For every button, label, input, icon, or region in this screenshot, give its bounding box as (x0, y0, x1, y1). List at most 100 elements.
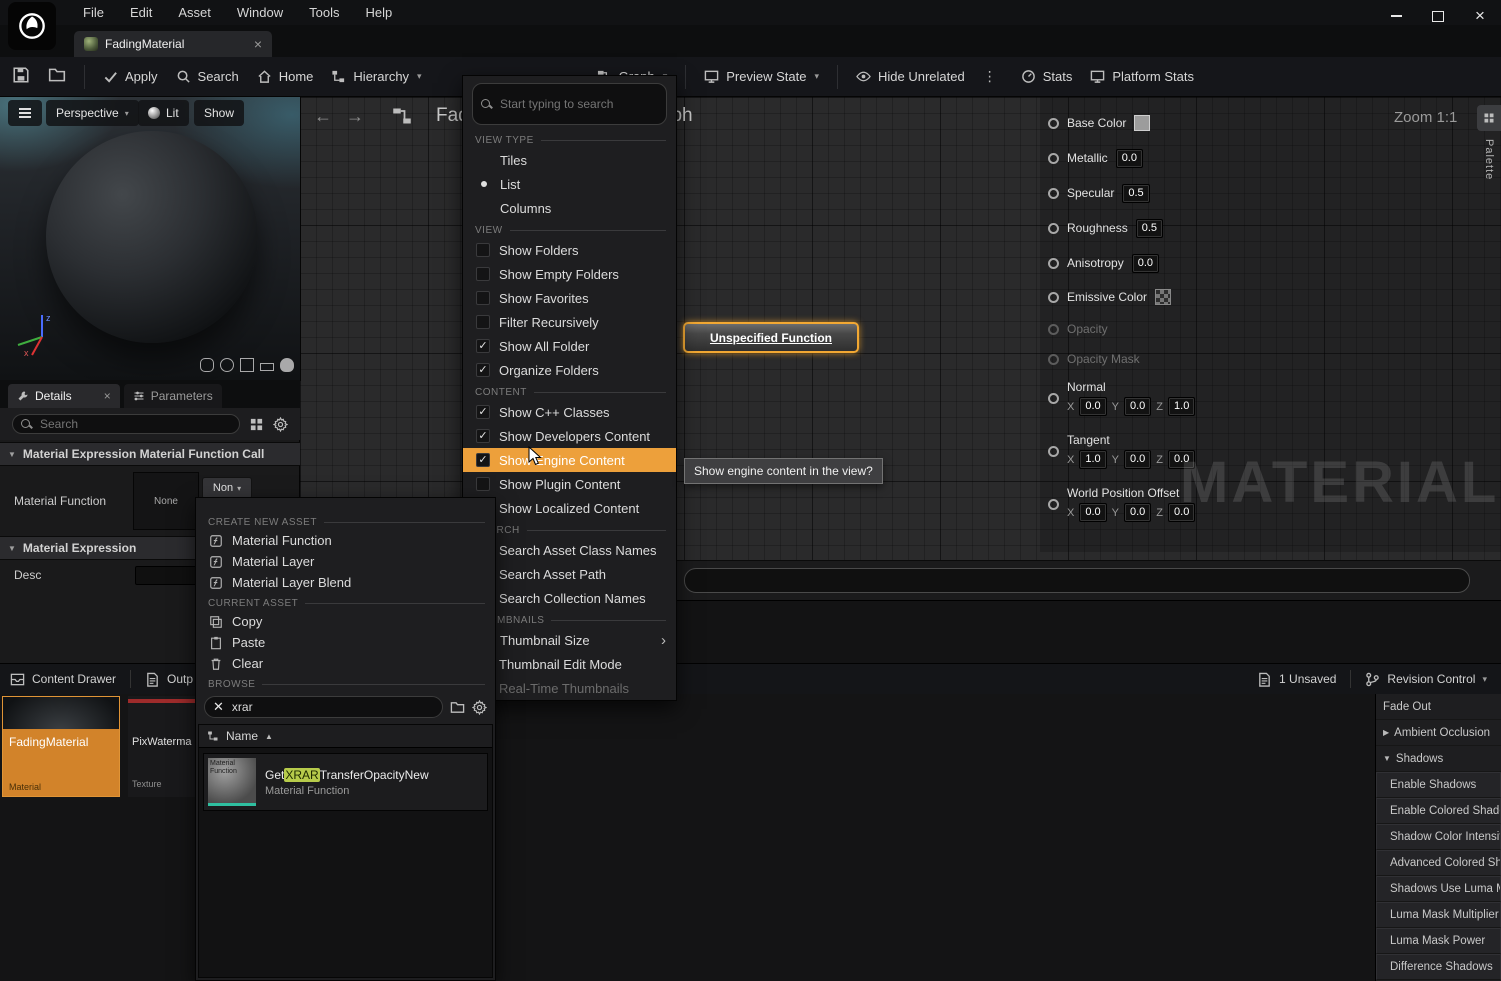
apply-button[interactable]: Apply (103, 69, 158, 84)
home-button[interactable]: Home (257, 69, 314, 84)
menu-item-show-folders[interactable]: Show Folders (463, 238, 676, 262)
pin-circle[interactable] (1048, 324, 1059, 335)
menu-item-show-all-folder[interactable]: Show All Folder (463, 334, 676, 358)
asset-list-header[interactable]: Name ▲ (199, 725, 492, 748)
value-box[interactable]: 0.5 (1122, 184, 1149, 203)
menu-asset[interactable]: Asset (165, 0, 224, 25)
value-box[interactable]: 0.0 (1079, 397, 1106, 416)
expand-arrow-icon[interactable]: ▶ (1383, 720, 1389, 746)
search-button[interactable]: Search (176, 69, 239, 84)
pin-circle[interactable] (1048, 499, 1059, 510)
pin-circle[interactable] (1048, 292, 1059, 303)
menu-window[interactable]: Window (224, 0, 296, 25)
value-box[interactable]: 0.0 (1132, 254, 1159, 273)
menu-tools[interactable]: Tools (296, 0, 352, 25)
menu-item-filter-recursively[interactable]: Filter Recursively (463, 310, 676, 334)
menu-item-show-plugin-content[interactable]: Show Plugin Content (463, 472, 676, 496)
cylinder-mesh-icon[interactable] (200, 358, 214, 372)
param-row-difference-shadows[interactable]: Difference Shadows (1376, 954, 1501, 980)
palette-tab[interactable]: Palette (1477, 105, 1501, 180)
graph-find-input[interactable] (684, 568, 1470, 593)
perspective-button[interactable]: Perspective▾ (46, 100, 139, 126)
output-log-button[interactable]: Outp (145, 672, 193, 687)
emissive-color-swatch[interactable] (1155, 289, 1171, 305)
param-row-shadow-color-intensity[interactable]: Shadow Color Intensity (1376, 824, 1501, 850)
asset-tile-pixwatermark[interactable]: PixWaterma Texture (128, 696, 196, 797)
pin-circle[interactable] (1048, 258, 1059, 269)
menu-item-organize-folders[interactable]: Organize Folders (463, 358, 676, 382)
details-settings-gear-icon[interactable] (273, 417, 288, 432)
menu-edit[interactable]: Edit (117, 0, 165, 25)
value-box[interactable]: 0.5 (1136, 219, 1163, 238)
menu-item-clear[interactable]: Clear (196, 653, 495, 674)
tab-close-icon[interactable]: × (254, 36, 262, 52)
pin-circle[interactable] (1048, 188, 1059, 199)
param-row-advanced-colored-shadows[interactable]: Advanced Colored Shadows (1376, 850, 1501, 876)
pin-circle[interactable] (1048, 223, 1059, 234)
menu-item-columns[interactable]: Columns (463, 196, 676, 220)
column-view-icon[interactable] (249, 417, 264, 432)
revision-control-button[interactable]: Revision Control ▾ (1365, 672, 1487, 687)
clear-search-icon[interactable]: ✕ (213, 699, 224, 715)
menu-search-input[interactable] (498, 96, 658, 112)
value-box[interactable]: 0.0 (1124, 450, 1151, 469)
menu-item-show-favorites[interactable]: Show Favorites (463, 286, 676, 310)
menu-item-show-engine-content[interactable]: Show Engine Content (463, 448, 676, 472)
tab-details[interactable]: Details × (8, 384, 120, 408)
view-options-gear-icon[interactable] (472, 700, 487, 715)
pin-circle[interactable] (1048, 118, 1059, 129)
value-box[interactable]: 0.0 (1124, 397, 1151, 416)
pin-circle[interactable] (1048, 446, 1059, 457)
unsaved-indicator[interactable]: 1 Unsaved (1257, 672, 1336, 687)
param-row-shadows[interactable]: ▼Shadows (1376, 746, 1501, 772)
menu-file[interactable]: File (70, 0, 117, 25)
value-box[interactable]: 0.0 (1124, 503, 1151, 522)
param-row-enable-colored-shadows[interactable]: Enable Colored Shadows (1376, 798, 1501, 824)
section-material-function-call[interactable]: ▼ Material Expression Material Function … (0, 442, 300, 466)
menu-item-tiles[interactable]: Tiles (463, 148, 676, 172)
tab-fadingmaterial[interactable]: FadingMaterial × (74, 31, 272, 57)
param-row-enable-shadows[interactable]: Enable Shadows (1376, 772, 1501, 798)
tab-parameters[interactable]: Parameters (124, 384, 222, 408)
asset-result-row[interactable]: Material Function GetXRARTransferOpacity… (203, 753, 488, 811)
value-box[interactable]: 1.0 (1079, 450, 1106, 469)
param-row-shadows-use-luma-mask[interactable]: Shadows Use Luma Mask (1376, 876, 1501, 902)
menu-item-show-cpp-classes[interactable]: Show C++ Classes (463, 400, 676, 424)
save-button[interactable] (12, 66, 30, 87)
find-in-content-browser-button[interactable] (48, 66, 66, 87)
viewport-menu-button[interactable] (8, 100, 42, 126)
back-arrow-icon[interactable]: ← (314, 106, 332, 127)
param-row-luma-mask-multiplier[interactable]: Luma Mask Multiplier (1376, 902, 1501, 928)
material-function-thumbnail[interactable]: None (133, 472, 199, 530)
param-row-ambient-occlusion[interactable]: ▶Ambient Occlusion (1376, 720, 1501, 746)
value-box[interactable]: 0.0 (1116, 149, 1143, 168)
asset-search-input[interactable] (230, 699, 434, 715)
menu-item-material-layer[interactable]: Material Layer (196, 551, 495, 572)
preview-state-dropdown[interactable]: Preview State▾ (704, 69, 819, 84)
hierarchy-dropdown[interactable]: Hierarchy▾ (331, 69, 421, 84)
sphere-mesh-icon[interactable] (220, 358, 234, 372)
pin-circle[interactable] (1048, 354, 1059, 365)
asset-tile-fadingmaterial[interactable]: FadingMaterial Material (2, 696, 120, 797)
material-function-dropdown[interactable]: Non ▾ (202, 477, 252, 499)
unspecified-function-node[interactable]: Unspecified Function (683, 322, 859, 353)
platform-stats-button[interactable]: Platform Stats (1090, 69, 1194, 84)
hide-unrelated-button[interactable]: Hide Unrelated (856, 69, 965, 84)
cube-mesh-icon[interactable] (240, 358, 254, 372)
param-row-fade-out[interactable]: Fade Out (1376, 694, 1501, 720)
param-row-luma-mask-power[interactable]: Luma Mask Power (1376, 928, 1501, 954)
value-box[interactable]: 0.0 (1079, 503, 1106, 522)
lit-mode-button[interactable]: Lit (138, 100, 189, 126)
details-search-input[interactable] (38, 416, 231, 432)
menu-item-show-developers-content[interactable]: Show Developers Content (463, 424, 676, 448)
menu-item-list[interactable]: List (463, 172, 676, 196)
plane-mesh-icon[interactable] (260, 363, 274, 371)
stats-button[interactable]: Stats (1021, 69, 1073, 84)
preview-viewport[interactable]: Perspective▾ Lit Show z x (0, 97, 301, 381)
forward-arrow-icon[interactable]: → (346, 106, 364, 127)
custom-mesh-icon[interactable] (280, 358, 294, 372)
collapse-arrow-icon[interactable]: ▼ (1383, 746, 1391, 772)
save-search-icon[interactable] (450, 700, 465, 715)
menu-item-material-function[interactable]: Material Function (196, 530, 495, 551)
show-button[interactable]: Show (194, 100, 244, 126)
